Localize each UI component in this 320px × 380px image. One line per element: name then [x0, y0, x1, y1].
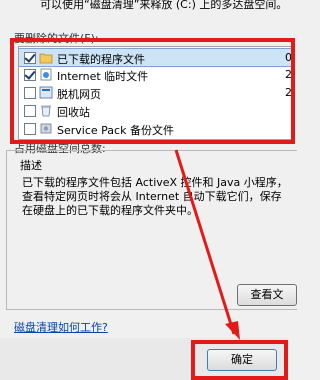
red-arrow-icon [174, 149, 240, 340]
